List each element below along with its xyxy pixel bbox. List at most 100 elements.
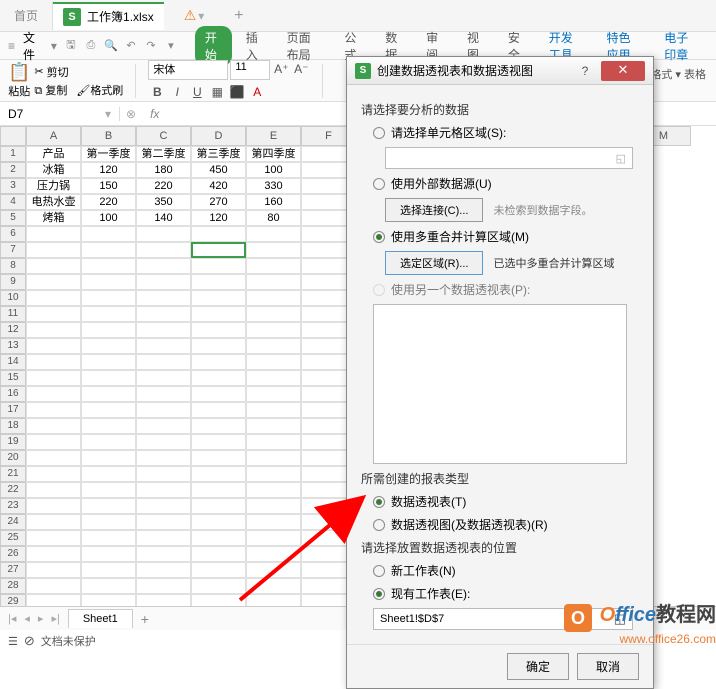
cell[interactable] xyxy=(136,546,191,562)
cell[interactable] xyxy=(81,322,136,338)
cell[interactable]: 120 xyxy=(191,210,246,226)
row-header[interactable]: 2 xyxy=(0,162,26,178)
row-header[interactable]: 7 xyxy=(0,242,26,258)
cell[interactable] xyxy=(246,562,301,578)
cell[interactable]: 330 xyxy=(246,178,301,194)
name-box[interactable]: D7 ▾ xyxy=(0,107,120,121)
font-color-button[interactable]: A xyxy=(248,83,266,101)
cell[interactable] xyxy=(246,482,301,498)
cell[interactable] xyxy=(246,450,301,466)
workbook-tab[interactable]: S 工作簿1.xlsx xyxy=(53,2,164,30)
cell[interactable]: 100 xyxy=(246,162,301,178)
row-header[interactable]: 3 xyxy=(0,178,26,194)
column-headers[interactable]: A B C D E F xyxy=(26,126,356,146)
row-header[interactable]: 13 xyxy=(0,338,26,354)
row-header[interactable]: 4 xyxy=(0,194,26,210)
file-menu[interactable]: 文件 xyxy=(15,27,51,65)
row-header[interactable]: 19 xyxy=(0,434,26,450)
row-header[interactable]: 27 xyxy=(0,562,26,578)
cell[interactable] xyxy=(246,242,301,258)
cancel-button[interactable]: 取消 xyxy=(577,653,639,680)
format-painter-button[interactable]: 🖌格式刷 xyxy=(76,82,123,98)
cell[interactable] xyxy=(136,370,191,386)
undo-icon[interactable]: ↶ xyxy=(123,38,139,54)
radio-multi-consolidate[interactable] xyxy=(373,231,385,243)
row-header[interactable]: 5 xyxy=(0,210,26,226)
cell[interactable] xyxy=(191,354,246,370)
row-header[interactable]: 6 xyxy=(0,226,26,242)
cell[interactable] xyxy=(81,386,136,402)
cell[interactable] xyxy=(81,290,136,306)
radio-new-sheet[interactable] xyxy=(373,565,385,577)
redo-icon[interactable]: ↷ xyxy=(143,38,159,54)
cell[interactable] xyxy=(81,578,136,594)
cell[interactable] xyxy=(246,370,301,386)
dialog-titlebar[interactable]: S 创建数据透视表和数据透视图 ? ✕ xyxy=(347,57,653,85)
tab-seal[interactable]: 电子印章 xyxy=(654,26,708,66)
range-picker-icon[interactable]: ◱ xyxy=(616,152,626,165)
cell[interactable] xyxy=(136,354,191,370)
row-header[interactable]: 16 xyxy=(0,386,26,402)
status-menu-icon[interactable]: ☰ xyxy=(8,635,18,648)
cell[interactable] xyxy=(246,418,301,434)
cell[interactable] xyxy=(191,482,246,498)
radio-cell-range[interactable] xyxy=(373,127,385,139)
cell[interactable] xyxy=(191,498,246,514)
cell[interactable] xyxy=(136,562,191,578)
print-icon[interactable]: ⎙ xyxy=(83,38,99,54)
row-header[interactable]: 18 xyxy=(0,418,26,434)
cell[interactable]: 450 xyxy=(191,162,246,178)
sheet-tab[interactable]: Sheet1 xyxy=(68,609,133,628)
cell[interactable] xyxy=(26,306,81,322)
row-header[interactable]: 23 xyxy=(0,498,26,514)
cell[interactable] xyxy=(81,546,136,562)
cell[interactable] xyxy=(136,290,191,306)
cell[interactable] xyxy=(246,274,301,290)
paste-button[interactable]: 📋 粘贴 xyxy=(8,62,30,99)
cell[interactable] xyxy=(136,258,191,274)
cell[interactable] xyxy=(26,370,81,386)
cell[interactable] xyxy=(191,466,246,482)
cell[interactable] xyxy=(26,354,81,370)
cell[interactable] xyxy=(136,386,191,402)
row-header[interactable]: 24 xyxy=(0,514,26,530)
cell[interactable]: 80 xyxy=(246,210,301,226)
cell[interactable] xyxy=(191,514,246,530)
cell[interactable] xyxy=(26,514,81,530)
row-header[interactable]: 8 xyxy=(0,258,26,274)
cell[interactable] xyxy=(136,498,191,514)
cell[interactable] xyxy=(246,226,301,242)
font-size-select[interactable]: 11 xyxy=(230,60,270,80)
warn-dropdown-icon[interactable]: ▾ xyxy=(198,9,204,23)
cell[interactable] xyxy=(136,322,191,338)
row-header[interactable]: 25 xyxy=(0,530,26,546)
cell[interactable] xyxy=(136,338,191,354)
cell[interactable] xyxy=(81,370,136,386)
cell[interactable] xyxy=(81,530,136,546)
fill-color-button[interactable]: ⬛ xyxy=(228,83,246,101)
cell[interactable] xyxy=(81,466,136,482)
cell[interactable] xyxy=(136,530,191,546)
select-all-corner[interactable] xyxy=(0,126,26,146)
cell[interactable] xyxy=(26,562,81,578)
cell[interactable]: 压力锅 xyxy=(26,178,81,194)
cell[interactable] xyxy=(136,242,191,258)
radio-pivot-chart[interactable] xyxy=(373,519,385,531)
cells-grid[interactable]: 产品第一季度第二季度第三季度第四季度冰箱120180450100压力锅15022… xyxy=(26,146,356,626)
sheet-nav-last-icon[interactable]: ▸| xyxy=(51,612,59,625)
radio-pivot-table[interactable] xyxy=(373,496,385,508)
cell[interactable] xyxy=(81,354,136,370)
cell[interactable] xyxy=(191,274,246,290)
cell[interactable] xyxy=(191,322,246,338)
cell[interactable] xyxy=(81,562,136,578)
cell[interactable] xyxy=(26,466,81,482)
row-header[interactable]: 15 xyxy=(0,370,26,386)
row-header[interactable]: 20 xyxy=(0,450,26,466)
cell[interactable] xyxy=(81,306,136,322)
cell[interactable]: 350 xyxy=(136,194,191,210)
cell[interactable]: 冰箱 xyxy=(26,162,81,178)
cell[interactable] xyxy=(136,466,191,482)
add-sheet-button[interactable]: + xyxy=(141,611,149,627)
cell[interactable] xyxy=(246,578,301,594)
cell[interactable] xyxy=(26,258,81,274)
